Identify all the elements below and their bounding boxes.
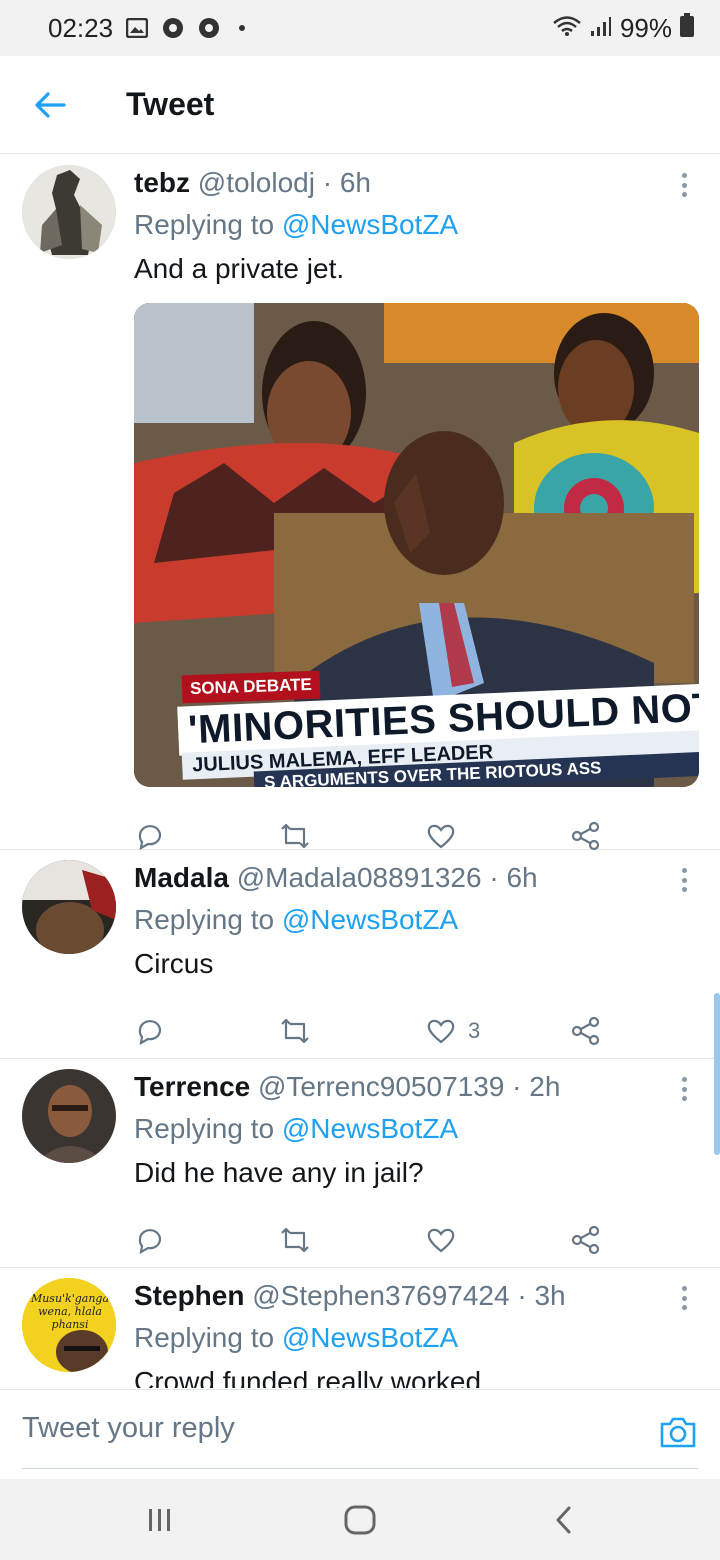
- heart-icon: [427, 824, 455, 849]
- battery-level: 99%: [619, 12, 672, 43]
- tweet-actions: 3: [134, 994, 698, 1068]
- notification-dot: [239, 25, 246, 31]
- replying-to: Replying to @NewsBotZA: [134, 898, 698, 942]
- replying-to: Replying to @NewsBotZA: [134, 203, 698, 247]
- like-button[interactable]: 3: [426, 1011, 480, 1051]
- author-handle[interactable]: @Terrenc90507139: [258, 1071, 504, 1102]
- more-options-button[interactable]: [674, 1282, 694, 1314]
- tweet-time: · 6h: [489, 862, 538, 893]
- author-handle[interactable]: @Madala08891326: [237, 862, 482, 893]
- recent-apps-button[interactable]: [140, 1503, 180, 1537]
- tweet-text: And a private jet.: [134, 253, 345, 284]
- author-handle[interactable]: @Stephen37697424: [252, 1280, 509, 1311]
- status-time: 02:23: [48, 12, 114, 43]
- reply-composer: Tweet your reply: [0, 1389, 720, 1479]
- page-title: Tweet: [126, 86, 215, 122]
- retweet-button[interactable]: [278, 1011, 312, 1051]
- author-name[interactable]: Stephen: [134, 1280, 244, 1311]
- scrollbar-thumb[interactable]: [714, 993, 720, 1155]
- system-back-button[interactable]: [544, 1503, 584, 1537]
- replying-prefix: Replying to: [134, 1113, 275, 1144]
- replying-handle-link[interactable]: @NewsBotZA: [282, 209, 458, 240]
- reply-icon: [138, 1020, 162, 1046]
- author-name[interactable]: Terrence: [134, 1071, 250, 1102]
- like-button[interactable]: [426, 1220, 468, 1260]
- avatar-caption: Musu'k'ganga wena, hlala phansi: [30, 1292, 110, 1331]
- tweet-time: · 6h: [322, 167, 371, 198]
- retweet-icon: [281, 1018, 309, 1044]
- media-banner-tag: SONA DEBATE: [181, 670, 321, 704]
- share-button[interactable]: [570, 1011, 602, 1051]
- status-bar: 02:23 99%: [0, 0, 720, 56]
- reply-icon: [138, 825, 162, 851]
- tweet-item[interactable]: Musu'k'ganga wena, hlala phansi Stephen …: [0, 1268, 720, 1388]
- replying-prefix: Replying to: [134, 904, 275, 935]
- chrome-icon: [197, 16, 221, 40]
- like-count: 3: [468, 1018, 481, 1043]
- reply-icon: [138, 1229, 162, 1255]
- reply-underline: [22, 1468, 698, 1469]
- reply-feed[interactable]: tebz @tololodj · 6h Replying to @NewsBot…: [0, 155, 720, 1388]
- heart-icon: [427, 1228, 455, 1253]
- tweet-meta: Madala @Madala08891326 · 6h: [134, 858, 698, 898]
- tweet-media-image[interactable]: SONA DEBATE 'MINORITIES SHOULD NOT JULIU…: [134, 303, 699, 787]
- camera-icon: [660, 1417, 696, 1448]
- system-nav-bar: [0, 1479, 720, 1560]
- replying-to: Replying to @NewsBotZA: [134, 1316, 698, 1360]
- tweet-meta: Terrence @Terrenc90507139 · 2h: [134, 1067, 698, 1107]
- arrow-left-icon: [35, 91, 66, 118]
- back-button[interactable]: [20, 75, 80, 135]
- tweet-text: Did he have any in jail?: [134, 1157, 424, 1188]
- app-header: Tweet: [0, 56, 720, 154]
- heart-icon: [427, 1019, 455, 1044]
- avatar[interactable]: [22, 1069, 116, 1163]
- author-name[interactable]: Madala: [134, 862, 229, 893]
- author-handle[interactable]: @tololodj: [198, 167, 315, 198]
- recent-apps-icon: [149, 1509, 170, 1531]
- wifi-icon: [552, 13, 582, 44]
- reply-input[interactable]: Tweet your reply: [22, 1412, 235, 1445]
- share-button[interactable]: [570, 1220, 602, 1260]
- tweet-time: · 2h: [512, 1071, 561, 1102]
- retweet-icon: [281, 823, 309, 849]
- tweet-text: Crowd funded really worked: [134, 1366, 482, 1388]
- share-icon: [571, 1225, 600, 1255]
- replying-to: Replying to @NewsBotZA: [134, 1107, 698, 1151]
- battery-icon: [680, 12, 694, 44]
- tweet-item[interactable]: tebz @tololodj · 6h Replying to @NewsBot…: [0, 155, 720, 851]
- camera-button[interactable]: [658, 1412, 698, 1452]
- tweet-text: Circus: [134, 948, 214, 979]
- tweet-actions: [134, 1203, 698, 1277]
- replying-handle-link[interactable]: @NewsBotZA: [282, 1113, 458, 1144]
- share-icon: [571, 821, 600, 851]
- more-options-button[interactable]: [674, 1073, 694, 1105]
- replying-prefix: Replying to: [134, 1322, 275, 1353]
- avatar[interactable]: [22, 860, 116, 954]
- replying-prefix: Replying to: [134, 209, 275, 240]
- replying-handle-link[interactable]: @NewsBotZA: [282, 904, 458, 935]
- tweet-meta: tebz @tololodj · 6h: [134, 163, 698, 203]
- image-icon: [125, 16, 149, 40]
- avatar[interactable]: [22, 165, 116, 259]
- tweet-time: · 3h: [517, 1280, 566, 1311]
- more-options-button[interactable]: [674, 169, 694, 201]
- author-name[interactable]: tebz: [134, 167, 190, 198]
- retweet-button[interactable]: [278, 1220, 312, 1260]
- replying-handle-link[interactable]: @NewsBotZA: [282, 1322, 458, 1353]
- more-options-button[interactable]: [674, 864, 694, 896]
- tweet-item[interactable]: Terrence @Terrenc90507139 · 2h Replying …: [0, 1059, 720, 1268]
- tweet-item[interactable]: Madala @Madala08891326 · 6h Replying to …: [0, 850, 720, 1059]
- home-icon: [344, 1505, 376, 1535]
- chrome-icon: [161, 16, 185, 40]
- retweet-icon: [281, 1227, 309, 1253]
- reply-button[interactable]: [134, 1220, 166, 1260]
- reply-button[interactable]: [134, 1011, 166, 1051]
- share-icon: [571, 1016, 600, 1046]
- tweet-meta: Stephen @Stephen37697424 · 3h: [134, 1276, 698, 1316]
- avatar[interactable]: Musu'k'ganga wena, hlala phansi: [22, 1278, 116, 1372]
- back-icon: [556, 1506, 571, 1534]
- home-button[interactable]: [340, 1503, 380, 1537]
- signal-icon: [590, 13, 612, 44]
